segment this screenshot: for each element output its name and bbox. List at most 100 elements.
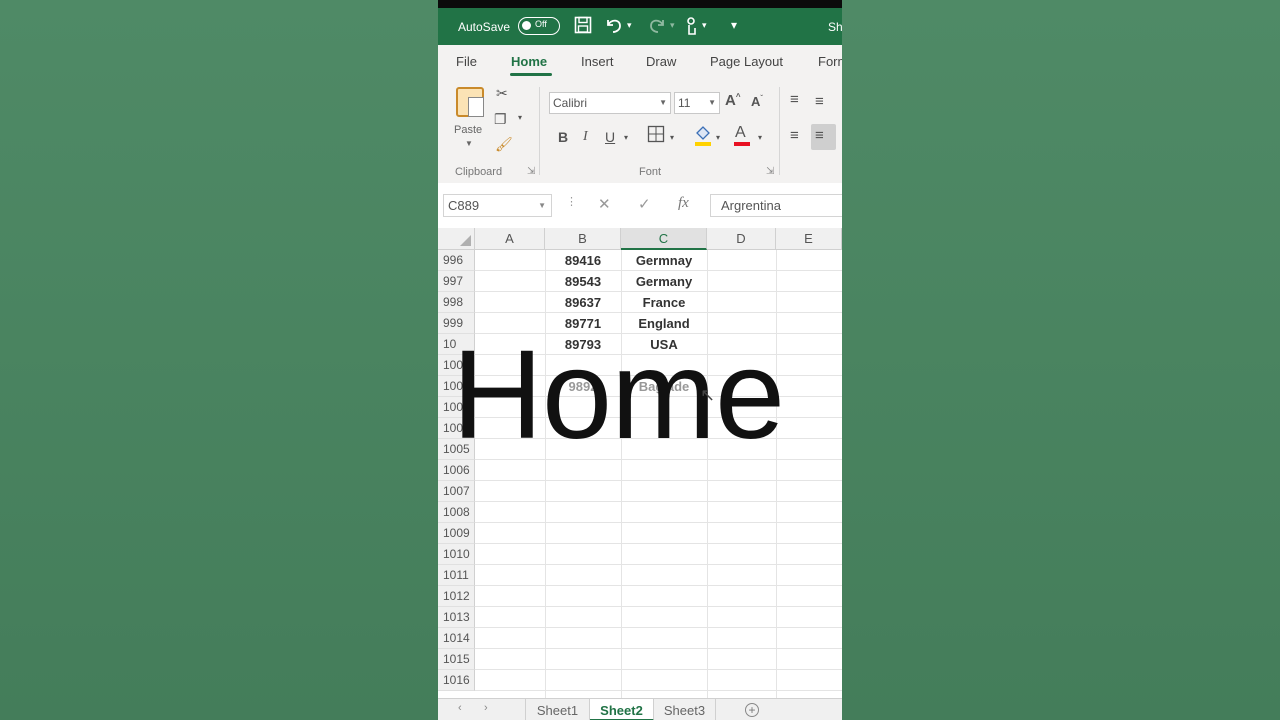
fill-color-dropdown-icon[interactable]: ▾ bbox=[716, 133, 720, 142]
row-header[interactable]: 1010 bbox=[438, 544, 475, 565]
chevron-down-icon: ▼ bbox=[659, 98, 667, 107]
row-header[interactable]: 1014 bbox=[438, 628, 475, 649]
tab-file[interactable]: File bbox=[456, 54, 477, 69]
cell-c[interactable]: Germnay bbox=[621, 250, 707, 271]
row-header[interactable]: 1009 bbox=[438, 523, 475, 544]
tab-home[interactable]: Home bbox=[511, 54, 547, 69]
cell-c[interactable] bbox=[621, 544, 707, 565]
cell-b[interactable] bbox=[545, 544, 621, 565]
cell-b[interactable] bbox=[545, 607, 621, 628]
cell-b[interactable] bbox=[545, 670, 621, 691]
row-header[interactable]: 1016 bbox=[438, 670, 475, 691]
italic-icon[interactable]: I bbox=[583, 129, 588, 145]
borders-dropdown-icon[interactable]: ▾ bbox=[670, 133, 674, 142]
select-all-button[interactable] bbox=[438, 228, 475, 250]
customize-toolbar-icon[interactable]: ▾ bbox=[731, 18, 737, 32]
cell-c[interactable] bbox=[621, 607, 707, 628]
cell-b[interactable] bbox=[545, 649, 621, 670]
increase-font-size-icon[interactable]: A^ bbox=[725, 92, 741, 109]
background-right bbox=[842, 0, 1280, 720]
sheet-tab-sheet3[interactable]: Sheet3 bbox=[654, 699, 716, 720]
align-left-icon[interactable]: ≡ bbox=[790, 127, 799, 144]
undo-icon[interactable] bbox=[604, 16, 624, 39]
cell-c[interactable] bbox=[621, 502, 707, 523]
insert-function-icon[interactable]: fx bbox=[678, 195, 689, 212]
underline-dropdown-icon[interactable]: ▾ bbox=[624, 133, 628, 142]
cell-c[interactable] bbox=[621, 565, 707, 586]
font-color-icon[interactable]: A bbox=[735, 124, 746, 142]
row-header[interactable]: 1011 bbox=[438, 565, 475, 586]
font-size-select[interactable]: 11 ▼ bbox=[674, 92, 720, 114]
touch-dropdown-icon[interactable]: ▾ bbox=[702, 20, 707, 31]
align-center-icon[interactable]: ≡ bbox=[815, 127, 824, 144]
tab-draw[interactable]: Draw bbox=[646, 54, 676, 69]
cell-b[interactable] bbox=[545, 628, 621, 649]
clipboard-group-label: Clipboard bbox=[455, 166, 503, 178]
column-header-b[interactable]: B bbox=[545, 228, 621, 250]
paste-label[interactable]: Paste bbox=[454, 124, 482, 136]
cell-b[interactable] bbox=[545, 481, 621, 502]
row-header[interactable]: 1008 bbox=[438, 502, 475, 523]
borders-icon[interactable] bbox=[647, 125, 665, 146]
copy-icon[interactable]: ❐ bbox=[494, 111, 507, 128]
font-launcher-icon[interactable]: ⇲ bbox=[766, 166, 774, 177]
cell-c[interactable] bbox=[621, 523, 707, 544]
cell-b[interactable]: 89543 bbox=[545, 271, 621, 292]
tab-insert[interactable]: Insert bbox=[581, 54, 614, 69]
row-header[interactable]: 1007 bbox=[438, 481, 475, 502]
column-header-a[interactable]: A bbox=[475, 228, 545, 250]
column-header-c[interactable]: C bbox=[621, 228, 707, 250]
row-header[interactable]: 997 bbox=[438, 271, 475, 292]
sheet-prev-icon[interactable]: ‹ bbox=[458, 702, 462, 714]
cell-b[interactable] bbox=[545, 586, 621, 607]
cell-c[interactable] bbox=[621, 670, 707, 691]
sheet-tab-sheet2[interactable]: Sheet2 bbox=[590, 699, 654, 720]
clipboard-launcher-icon[interactable]: ⇲ bbox=[527, 166, 535, 177]
paste-icon[interactable] bbox=[456, 87, 484, 117]
sheet-tab-sheet1[interactable]: Sheet1 bbox=[525, 699, 590, 720]
formula-input[interactable]: Argrentina bbox=[710, 194, 842, 217]
row-header[interactable]: 1013 bbox=[438, 607, 475, 628]
bold-icon[interactable]: B bbox=[558, 129, 568, 145]
cell-b[interactable]: 89416 bbox=[545, 250, 621, 271]
tab-formulas[interactable]: Form bbox=[818, 54, 842, 69]
cancel-icon[interactable]: ✕ bbox=[598, 195, 611, 213]
save-icon[interactable] bbox=[574, 16, 592, 39]
more-icon[interactable]: ⋮ bbox=[566, 195, 577, 208]
background-left bbox=[0, 0, 438, 720]
touch-mode-icon[interactable] bbox=[684, 16, 700, 41]
cell-c[interactable]: Germany bbox=[621, 271, 707, 292]
cell-c[interactable] bbox=[621, 649, 707, 670]
cell-b[interactable] bbox=[545, 502, 621, 523]
format-painter-icon[interactable]: 🖌 bbox=[495, 136, 513, 153]
row-header[interactable]: 996 bbox=[438, 250, 475, 271]
column-header-e[interactable]: E bbox=[776, 228, 842, 250]
add-sheet-icon[interactable]: + bbox=[745, 703, 759, 717]
row-header[interactable]: 1015 bbox=[438, 649, 475, 670]
copy-dropdown-icon[interactable]: ▾ bbox=[518, 113, 522, 122]
cell-c[interactable]: France bbox=[621, 292, 707, 313]
cut-icon[interactable]: ✂ bbox=[496, 85, 508, 102]
font-name-select[interactable]: Calibri ▼ bbox=[549, 92, 671, 114]
align-middle-icon[interactable]: ≡ bbox=[815, 93, 824, 110]
column-header-d[interactable]: D bbox=[707, 228, 776, 250]
font-color-dropdown-icon[interactable]: ▾ bbox=[758, 133, 762, 142]
cell-b[interactable] bbox=[545, 565, 621, 586]
row-header[interactable]: 998 bbox=[438, 292, 475, 313]
cell-b[interactable]: 89637 bbox=[545, 292, 621, 313]
cell-c[interactable] bbox=[621, 481, 707, 502]
name-box[interactable]: C889 ▼ bbox=[443, 194, 552, 217]
undo-dropdown-icon[interactable]: ▾ bbox=[627, 20, 632, 31]
enter-icon[interactable]: ✓ bbox=[638, 195, 651, 213]
decrease-font-size-icon[interactable]: Aˇ bbox=[751, 94, 763, 109]
align-top-icon[interactable]: ≡ bbox=[790, 91, 799, 108]
underline-icon[interactable]: U bbox=[605, 129, 615, 145]
tab-page-layout[interactable]: Page Layout bbox=[710, 54, 783, 69]
cell-b[interactable] bbox=[545, 523, 621, 544]
autosave-toggle[interactable]: Off bbox=[518, 17, 560, 35]
cell-c[interactable] bbox=[621, 586, 707, 607]
sheet-next-icon[interactable]: › bbox=[484, 702, 488, 714]
row-header[interactable]: 1012 bbox=[438, 586, 475, 607]
cell-c[interactable] bbox=[621, 628, 707, 649]
paste-dropdown-icon[interactable]: ▼ bbox=[465, 139, 473, 148]
